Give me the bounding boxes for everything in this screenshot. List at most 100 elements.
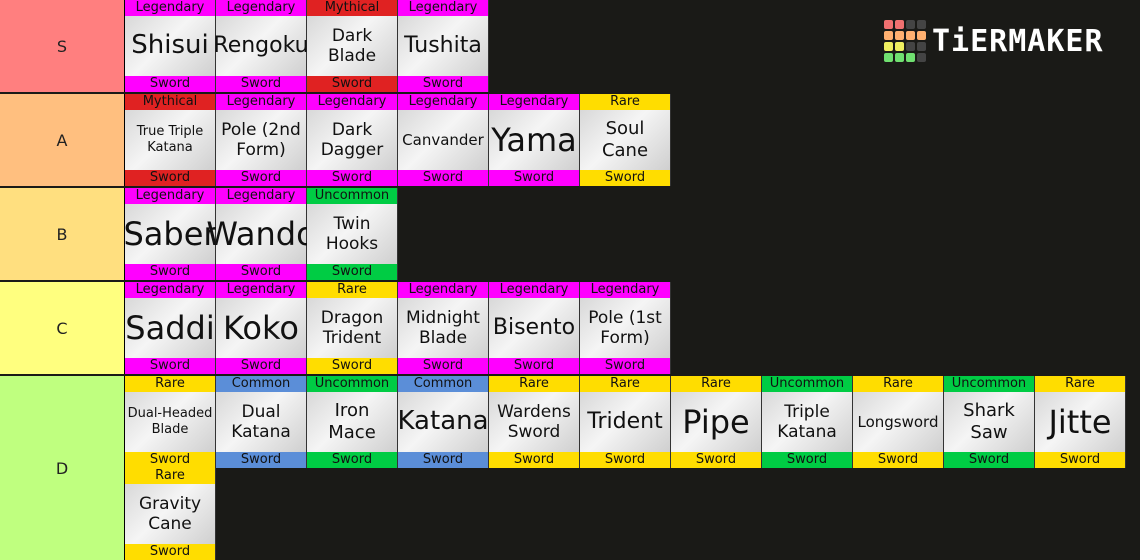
tier-row-d: D Rare Dual-Headed Blade Sword Common Dual Ka… [0, 376, 1140, 560]
tier-items: Rare Dual-Headed Blade Sword Common Dual Kat… [124, 376, 1140, 560]
logo-square [917, 42, 926, 51]
tier-label[interactable]: B [0, 188, 124, 280]
tier-item[interactable]: Legendary Rengoku Sword [213, 0, 309, 92]
logo-square [884, 31, 893, 40]
rarity-label: Rare [125, 376, 215, 392]
logo-text: TiERMAKER [932, 23, 1104, 59]
rarity-label: Rare [580, 376, 670, 392]
item-name: Wando [206, 204, 316, 264]
item-type-label: Sword [580, 452, 670, 468]
tier-item[interactable]: Rare Longsword Sword [853, 376, 944, 468]
item-type-label: Sword [671, 452, 761, 468]
tier-item[interactable]: Rare Dual-Headed Blade Sword [125, 376, 216, 468]
item-type-label: Sword [398, 76, 488, 92]
tier-item[interactable]: Legendary Saber Sword [123, 188, 217, 280]
tiermaker-logo[interactable]: TiERMAKER [884, 20, 1104, 62]
tier-item[interactable]: Mythical True Triple Katana Sword [125, 94, 216, 186]
item-type-label: Sword [216, 452, 306, 468]
item-name: Triple Katana [762, 392, 852, 452]
rarity-label: Rare [307, 282, 397, 298]
item-type-label: Sword [216, 358, 306, 374]
rarity-label: Rare [489, 376, 579, 392]
item-type-label: Sword [307, 358, 397, 374]
tier-item[interactable]: Legendary Midnight Blade Sword [398, 282, 489, 374]
tier-label[interactable]: A [0, 94, 124, 186]
tier-item[interactable]: Mythical Dark Blade Sword [307, 0, 398, 92]
rarity-label: Rare [853, 376, 943, 392]
item-name: True Triple Katana [125, 110, 215, 170]
logo-square [895, 20, 904, 29]
rarity-label: Legendary [125, 282, 215, 298]
logo-square [906, 31, 915, 40]
tier-item[interactable]: Rare Jitte Sword [1035, 376, 1126, 468]
rarity-label: Legendary [216, 282, 306, 298]
item-name: Trident [580, 392, 670, 452]
item-name: Tushita [398, 16, 488, 76]
tier-item[interactable]: Legendary Canvander Sword [398, 94, 489, 186]
rarity-label: Common [398, 376, 488, 392]
tier-item[interactable]: Legendary Pole (2nd Form) Sword [216, 94, 307, 186]
rarity-label: Legendary [398, 94, 488, 110]
tier-item[interactable]: Legendary Shisui Sword [125, 0, 216, 92]
item-name: Dark Dagger [307, 110, 397, 170]
tier-item[interactable]: Rare Trident Sword [580, 376, 671, 468]
tier-item[interactable]: Legendary Saddi Sword [125, 282, 216, 374]
tier-item[interactable]: Rare Wardens Sword Sword [489, 376, 580, 468]
logo-square [895, 53, 904, 62]
item-type-label: Sword [489, 358, 579, 374]
item-name: Katana [397, 392, 489, 452]
tier-item[interactable]: Legendary Yama Sword [489, 94, 580, 186]
tier-item[interactable]: Legendary Pole (1st Form) Sword [580, 282, 671, 374]
tier-label[interactable]: S [0, 0, 124, 92]
item-type-label: Sword [307, 452, 397, 468]
tier-item[interactable]: Legendary Wando Sword [206, 188, 316, 280]
item-name: Jitte [1035, 392, 1125, 452]
tier-items: Legendary Saddi Sword Legendary Koko Sword Rar… [124, 282, 1140, 374]
item-type-label: Sword [125, 452, 215, 468]
tier-item[interactable]: Common Dual Katana Sword [216, 376, 307, 468]
item-type-label: Sword [216, 170, 306, 186]
tier-item[interactable]: Uncommon Shark Saw Sword [944, 376, 1035, 468]
item-type-label: Sword [580, 170, 670, 186]
tier-item[interactable]: Uncommon Twin Hooks Sword [307, 188, 398, 280]
tier-item[interactable]: Legendary Dark Dagger Sword [307, 94, 398, 186]
logo-square [906, 42, 915, 51]
rarity-label: Uncommon [307, 376, 397, 392]
logo-square [906, 53, 915, 62]
tier-item[interactable]: Uncommon Triple Katana Sword [762, 376, 853, 468]
rarity-label: Rare [671, 376, 761, 392]
tier-item[interactable]: Common Katana Sword [397, 376, 489, 468]
item-name: Dual-Headed Blade [125, 392, 215, 452]
rarity-label: Legendary [580, 282, 670, 298]
tier-item[interactable]: Legendary Tushita Sword [398, 0, 489, 92]
item-type-label: Sword [125, 358, 215, 374]
item-name: Koko [216, 298, 306, 358]
tier-item[interactable]: Rare Gravity Cane Sword [125, 468, 216, 560]
tier-item[interactable]: Rare Soul Cane Sword [580, 94, 671, 186]
logo-square [917, 53, 926, 62]
item-type-label: Sword [398, 358, 488, 374]
rarity-label: Rare [125, 468, 215, 484]
rarity-label: Uncommon [944, 376, 1034, 392]
tier-label[interactable]: D [0, 376, 124, 560]
tier-item[interactable]: Uncommon Iron Mace Sword [307, 376, 398, 468]
rarity-label: Mythical [125, 94, 215, 110]
tier-item[interactable]: Legendary Bisento Sword [489, 282, 580, 374]
tier-item[interactable]: Rare Pipe Sword [671, 376, 762, 468]
tier-board: S Legendary Shisui Sword Legendary Rengoku Swo… [0, 0, 1140, 560]
item-type-label: Sword [944, 452, 1034, 468]
item-name: Gravity Cane [125, 484, 215, 544]
item-name: Dark Blade [307, 16, 397, 76]
logo-square [895, 31, 904, 40]
rarity-label: Legendary [216, 0, 306, 16]
tier-item[interactable]: Rare Dragon Trident Sword [307, 282, 398, 374]
item-type-label: Sword [853, 452, 943, 468]
rarity-label: Legendary [398, 282, 488, 298]
rarity-label: Legendary [398, 0, 488, 16]
tier-label[interactable]: C [0, 282, 124, 374]
tier-item[interactable]: Legendary Koko Sword [216, 282, 307, 374]
item-name: Midnight Blade [398, 298, 488, 358]
logo-grid-icon [884, 20, 926, 62]
item-type-label: Sword [307, 264, 397, 280]
logo-square [917, 20, 926, 29]
